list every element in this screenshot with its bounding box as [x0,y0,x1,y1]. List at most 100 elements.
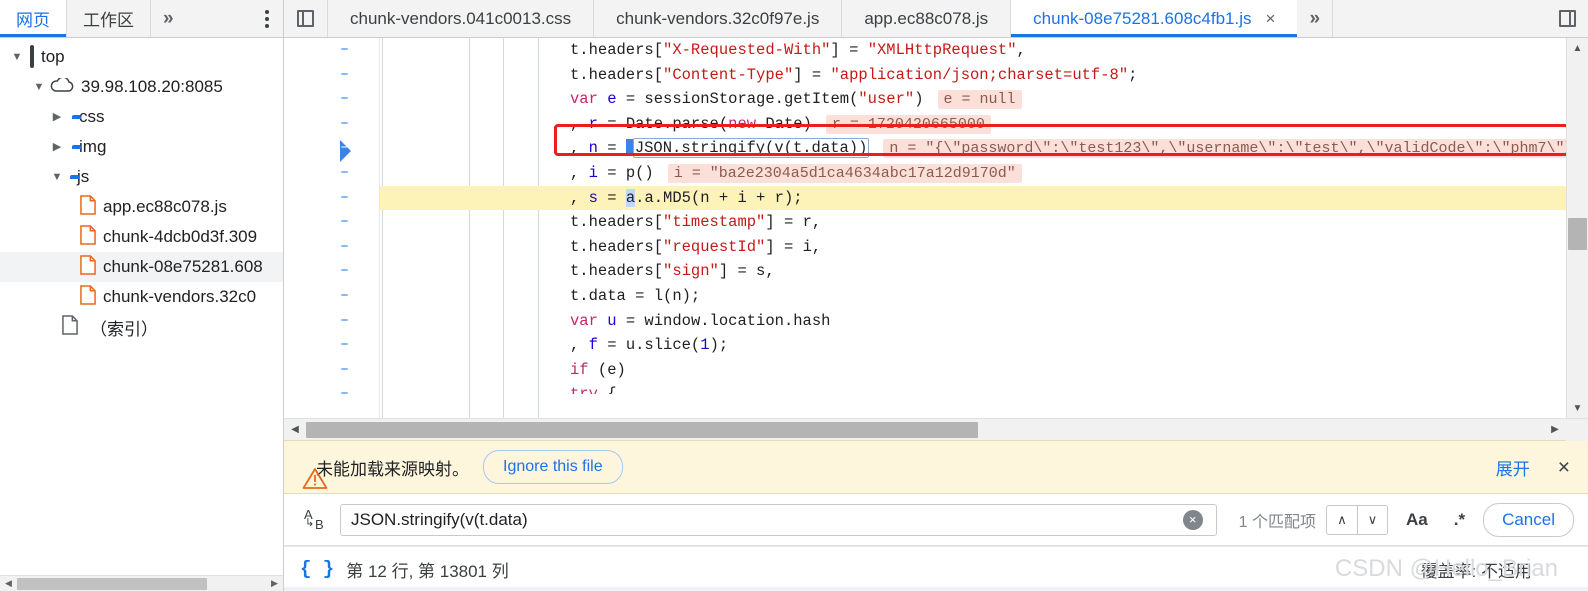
tree-item-img[interactable]: img [0,132,283,162]
search-match-highlight: JSON.stringify(v(t.data)) [633,138,870,158]
regex-toggle[interactable]: .* [1446,510,1473,530]
line-number[interactable]: – [284,38,379,63]
sources-main: chunk-vendors.041c0013.css chunk-vendors… [284,0,1588,591]
line-number[interactable]: – [284,112,379,137]
search-input[interactable] [340,504,1217,536]
code-token: [ [654,238,663,256]
code-line[interactable]: t.headers["Content-Type"] = "application… [380,63,1566,88]
code-line[interactable]: , f = u.slice(1); [380,333,1566,358]
code-token: ] = [793,66,830,84]
scroll-left-icon[interactable]: ◀ [0,578,17,589]
code-editor-viewport[interactable]: – – – – – – – – – – – – – – [284,38,1566,418]
scrollbar-thumb[interactable] [306,422,978,438]
code-token: ] = s, [719,262,775,280]
editor-horizontal-scrollbar[interactable]: ◀ ▶ [284,418,1588,440]
code-token [598,312,607,330]
code-line[interactable]: t.headers["requestId"] = i, [380,235,1566,260]
sidebar-horizontal-scrollbar[interactable]: ◀ ▶ [0,575,283,591]
ignore-this-file-button[interactable]: Ignore this file [483,450,623,484]
code-line[interactable]: var u = window.location.hash [380,309,1566,334]
clear-search-icon[interactable]: × [1183,510,1203,530]
scroll-up-icon[interactable]: ▲ [1573,38,1583,58]
expand-right-panel-button[interactable] [1547,0,1588,37]
tab-chunk-vendors-css[interactable]: chunk-vendors.041c0013.css [328,0,594,37]
code-line[interactable]: try { [380,382,1566,394]
scrollbar-thumb[interactable] [1568,218,1587,250]
code-line[interactable]: t.headers["X-Requested-With"] = "XMLHttp… [380,38,1566,63]
code-token: ] = [830,41,867,59]
tree-item-label: top [41,47,65,67]
chevron-down-icon[interactable] [10,52,24,63]
editor-gutter[interactable]: – – – – – – – – – – – – – – [284,38,380,418]
code-line-executing[interactable]: , s = a.a.MD5(n + i + r); [380,186,1566,211]
collapse-left-panel-button[interactable] [284,0,328,37]
line-number[interactable]: – [284,161,379,186]
code-token: try [570,385,598,394]
code-line[interactable]: t.data = l(n); [380,284,1566,309]
cancel-search-button[interactable]: Cancel [1483,503,1574,537]
code-line[interactable]: t.headers["timestamp"] = r, [380,210,1566,235]
navigator-sidebar: 网页 工作区 » top [0,0,284,591]
line-number[interactable]: – [284,235,379,260]
line-number[interactable]: – [284,333,379,358]
sidebar-tab-workspace[interactable]: 工作区 [67,0,151,37]
line-number[interactable]: – [284,358,379,383]
pretty-print-braces-icon[interactable]: { } [300,558,334,580]
tree-item-file-chunk-4dcb0d3f[interactable]: chunk-4dcb0d3f.309 [0,222,283,252]
tab-chunk-08e75281-js[interactable]: chunk-08e75281.608c4fb1.js × [1011,0,1297,37]
expand-link[interactable]: 展开 [1496,455,1530,480]
line-number[interactable]: – [284,382,379,407]
chevron-right-icon[interactable] [50,142,64,153]
search-prev-button[interactable]: ∧ [1327,506,1357,534]
code-line[interactable]: if (e) [380,358,1566,383]
close-icon[interactable]: × [1266,9,1276,29]
tree-item-file-app[interactable]: app.ec88c078.js [0,192,283,222]
sidebar-more-options-button[interactable] [255,0,283,37]
selected-token: a [626,189,635,207]
tree-item-js[interactable]: js [0,162,283,192]
code-line[interactable]: , r = Date.parse(new Date)r = 1720420665… [380,112,1566,137]
search-next-button[interactable]: ∨ [1357,506,1387,534]
sidebar-overflow-icon[interactable]: » [151,0,186,37]
tree-item-file-chunk-08e75281[interactable]: chunk-08e75281.608 [0,252,283,282]
scroll-down-icon[interactable]: ▼ [1573,398,1583,418]
bottom-strip [284,587,1588,591]
code-line[interactable]: t.headers["sign"] = s, [380,259,1566,284]
tree-item-file-chunk-vendors[interactable]: chunk-vendors.32c0 [0,282,283,312]
scroll-right-icon[interactable]: ▶ [266,578,283,589]
chevron-down-icon[interactable] [50,172,64,183]
close-icon[interactable]: × [1558,457,1570,478]
scroll-right-icon[interactable]: ▶ [1544,424,1566,435]
line-number[interactable]: – [284,63,379,88]
file-tree[interactable]: top 39.98.108.20:8085 css [0,38,283,575]
tree-item-index[interactable]: （索引） [0,312,283,342]
code-line-search-hit[interactable]: , n = JSON.stringify(v(t.data))n = "{\"p… [380,136,1566,161]
code-line[interactable]: var e = sessionStorage.getItem("user")e … [380,87,1566,112]
match-case-toggle[interactable]: Aa [1398,510,1436,530]
tree-item-top[interactable]: top [0,42,283,72]
scroll-left-icon[interactable]: ◀ [284,424,306,435]
line-number[interactable]: – [284,186,379,211]
chevron-down-icon[interactable] [32,82,46,93]
scrollbar-track[interactable] [1567,58,1588,398]
coverage-value: 覆盖率: 不适用 [1421,562,1532,581]
line-number[interactable]: – [284,284,379,309]
tab-overflow-icon[interactable]: » [1297,0,1333,37]
tree-item-host[interactable]: 39.98.108.20:8085 [0,72,283,102]
line-number[interactable]: – [284,259,379,284]
replace-ab-icon[interactable]: A↳B [302,507,330,533]
code-content[interactable]: t.headers["X-Requested-With"] = "XMLHttp… [380,38,1566,418]
sidebar-tab-page[interactable]: 网页 [0,0,67,37]
tab-app-js[interactable]: app.ec88c078.js [842,0,1011,37]
line-number[interactable]: – [284,87,379,112]
scrollbar-thumb[interactable] [17,578,207,590]
line-number-current[interactable]: – [284,136,379,161]
code-line[interactable]: , i = p()i = "ba2e2304a5d1ca4634abc17a12… [380,161,1566,186]
tab-label: app.ec88c078.js [864,9,988,29]
tab-chunk-vendors-js[interactable]: chunk-vendors.32c0f97e.js [594,0,842,37]
chevron-right-icon[interactable] [50,112,64,123]
line-number[interactable]: – [284,210,379,235]
line-number[interactable]: – [284,309,379,334]
editor-vertical-scrollbar[interactable]: ▲ ▼ [1566,38,1588,418]
tree-item-css[interactable]: css [0,102,283,132]
